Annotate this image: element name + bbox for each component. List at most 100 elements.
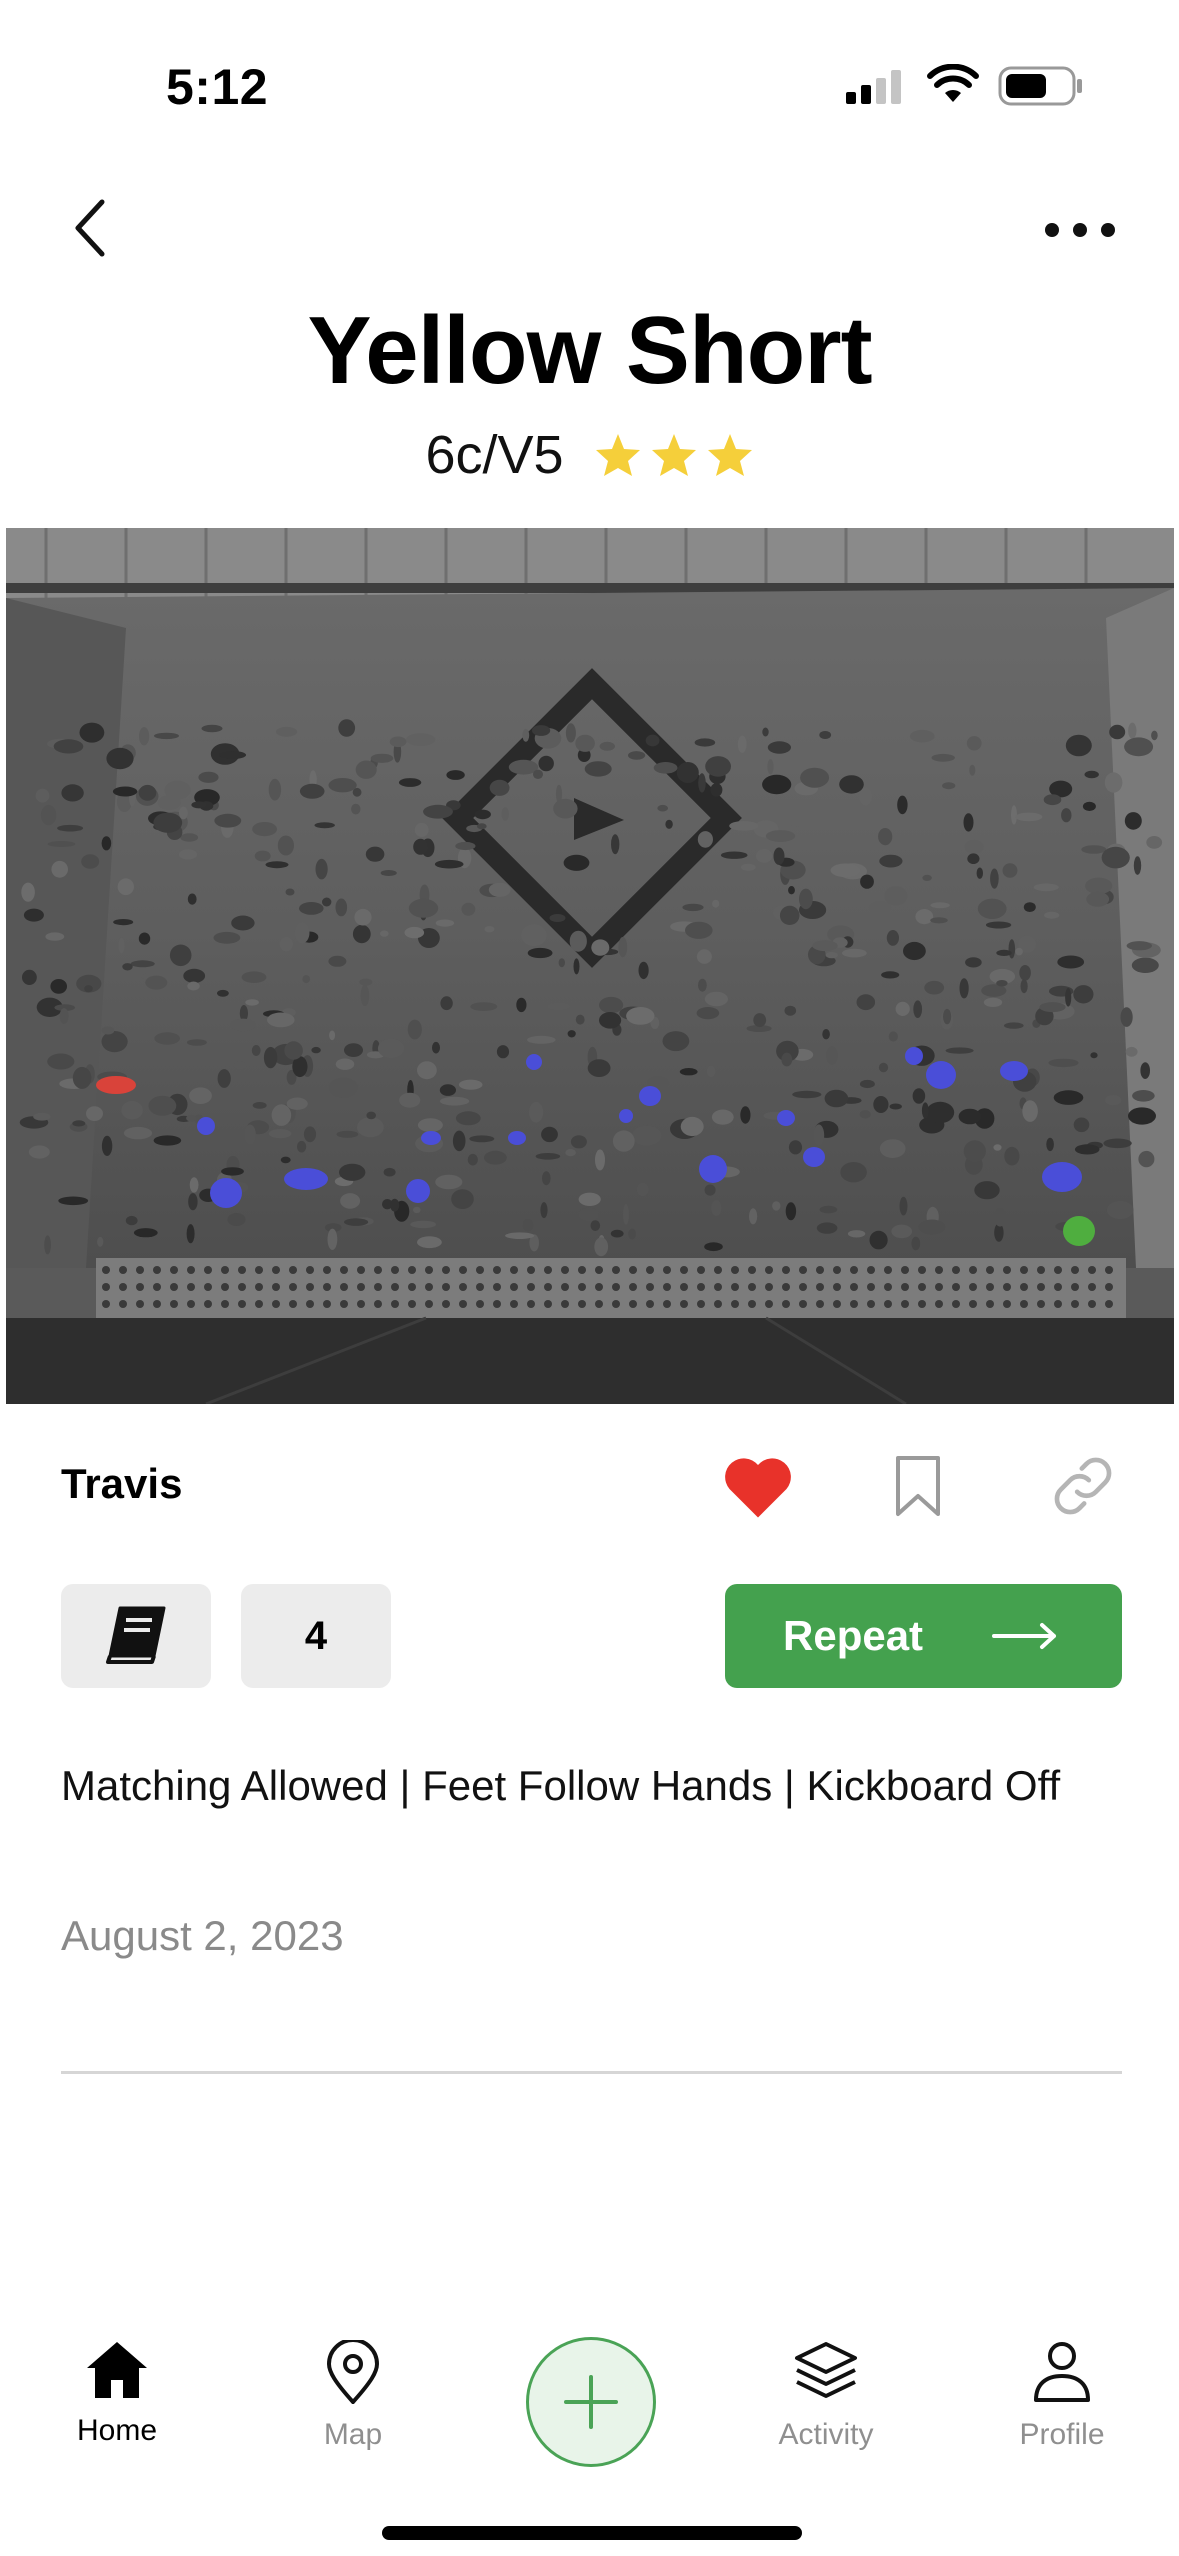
kickboard-hold <box>510 1300 518 1308</box>
plus-icon <box>564 2375 618 2429</box>
wall-hold <box>423 804 453 819</box>
back-button[interactable] <box>50 188 130 268</box>
wall-hold <box>996 949 1012 956</box>
wall-hold <box>446 770 465 780</box>
route-rules: Matching Allowed | Feet Follow Hands | K… <box>61 1762 1061 1809</box>
wall-hold <box>245 999 259 1006</box>
logbook-button[interactable] <box>61 1584 211 1688</box>
wall-hold <box>451 1189 474 1209</box>
kickboard-hold <box>969 1266 977 1274</box>
wall-hold <box>268 778 282 801</box>
kickboard-hold <box>306 1300 314 1308</box>
setter-name: Travis <box>61 1460 183 1507</box>
kickboard-hold <box>1020 1266 1028 1274</box>
wall-hold <box>878 1062 889 1073</box>
kickboard-hold <box>850 1266 858 1274</box>
tab-home[interactable]: Home <box>37 2340 197 2448</box>
wall-hold <box>1023 902 1036 912</box>
kickboard-hold <box>442 1266 450 1274</box>
wall-hold <box>370 753 394 763</box>
wall-hold <box>413 838 428 855</box>
route-hold <box>639 1086 661 1106</box>
wall-hold <box>484 1150 507 1165</box>
wall-hold <box>711 1109 734 1125</box>
kickboard-hold <box>119 1300 127 1308</box>
wall-hold <box>527 947 553 959</box>
wall-hold <box>139 727 150 746</box>
repeat-count[interactable]: 4 <box>241 1584 391 1688</box>
wall-hold <box>21 882 35 902</box>
kickboard-hold <box>493 1266 501 1274</box>
wall-hold <box>40 804 57 826</box>
kickboard-hold <box>102 1300 110 1308</box>
wall-hold <box>414 822 429 837</box>
wall-hold <box>822 1029 830 1040</box>
wall-hold <box>711 1200 722 1216</box>
tab-profile[interactable]: Profile <box>982 2340 1142 2452</box>
wall-hold <box>704 1242 723 1252</box>
kickboard-hold <box>153 1300 161 1308</box>
kickboard-hold <box>782 1283 790 1291</box>
kickboard-hold <box>323 1283 331 1291</box>
kickboard-hold <box>1003 1266 1011 1274</box>
wall-hold <box>254 850 271 862</box>
wall-hold <box>474 809 491 820</box>
wall-hold <box>959 978 969 999</box>
wall-hold <box>268 1129 292 1139</box>
kickboard-hold <box>578 1283 586 1291</box>
wall-hold <box>23 908 44 922</box>
wall-hold <box>756 848 773 863</box>
like-button[interactable] <box>718 1446 798 1526</box>
kickboard-hold <box>255 1283 263 1291</box>
wall-hold <box>407 1019 422 1040</box>
wall-hold <box>1138 1150 1155 1168</box>
wall-hold <box>1104 772 1123 793</box>
wall-hold <box>529 1101 544 1123</box>
wall-hold <box>869 901 891 914</box>
kickboard-hold <box>204 1300 212 1308</box>
wall-hold <box>799 888 813 910</box>
wall-hold <box>410 1220 437 1229</box>
route-hold <box>699 1155 727 1183</box>
repeat-button[interactable]: Repeat <box>725 1584 1122 1688</box>
wall-image[interactable] <box>6 528 1174 1404</box>
wall-hold <box>704 1184 716 1196</box>
wall-hold <box>636 1182 649 1197</box>
wall-hold <box>484 926 495 933</box>
wall-hold <box>762 727 769 737</box>
wall-hold <box>145 975 168 990</box>
route-hold <box>508 1131 526 1145</box>
more-options-button[interactable] <box>1030 200 1130 260</box>
wall-hold <box>47 1053 75 1070</box>
kickboard-hold <box>1054 1300 1062 1308</box>
wall-hold <box>976 867 983 879</box>
kickboard-hold <box>493 1300 501 1308</box>
wall-hold <box>59 1008 69 1024</box>
wall-hold <box>434 859 464 869</box>
tab-activity[interactable]: Activity <box>746 2340 906 2452</box>
wall-hold <box>1044 911 1060 919</box>
wall-hold <box>819 1205 838 1214</box>
tab-map[interactable]: Map <box>273 2340 433 2452</box>
wall-hold <box>51 860 68 878</box>
wall-hold <box>351 803 361 815</box>
wall-hold <box>117 878 134 896</box>
wall-hold <box>1015 812 1043 822</box>
kickboard-hold <box>969 1283 977 1291</box>
wall-hold <box>527 1035 556 1044</box>
add-problem-button[interactable] <box>526 2337 656 2467</box>
wall-hold <box>352 924 371 944</box>
wall-hold <box>779 905 800 925</box>
kickboard-hold <box>221 1300 229 1308</box>
wall-hold <box>435 1174 463 1190</box>
wall-hold <box>610 1229 624 1238</box>
tab-label: Map <box>323 2418 383 2451</box>
wall-hold <box>183 968 206 983</box>
wall-hold <box>439 1084 456 1096</box>
wall-hold <box>784 812 809 827</box>
layers-icon <box>795 2342 857 2398</box>
wall-hold <box>1043 794 1062 806</box>
wall-hold <box>696 1007 720 1020</box>
share-link-button[interactable] <box>1040 1446 1126 1526</box>
bookmark-button[interactable] <box>878 1446 958 1526</box>
